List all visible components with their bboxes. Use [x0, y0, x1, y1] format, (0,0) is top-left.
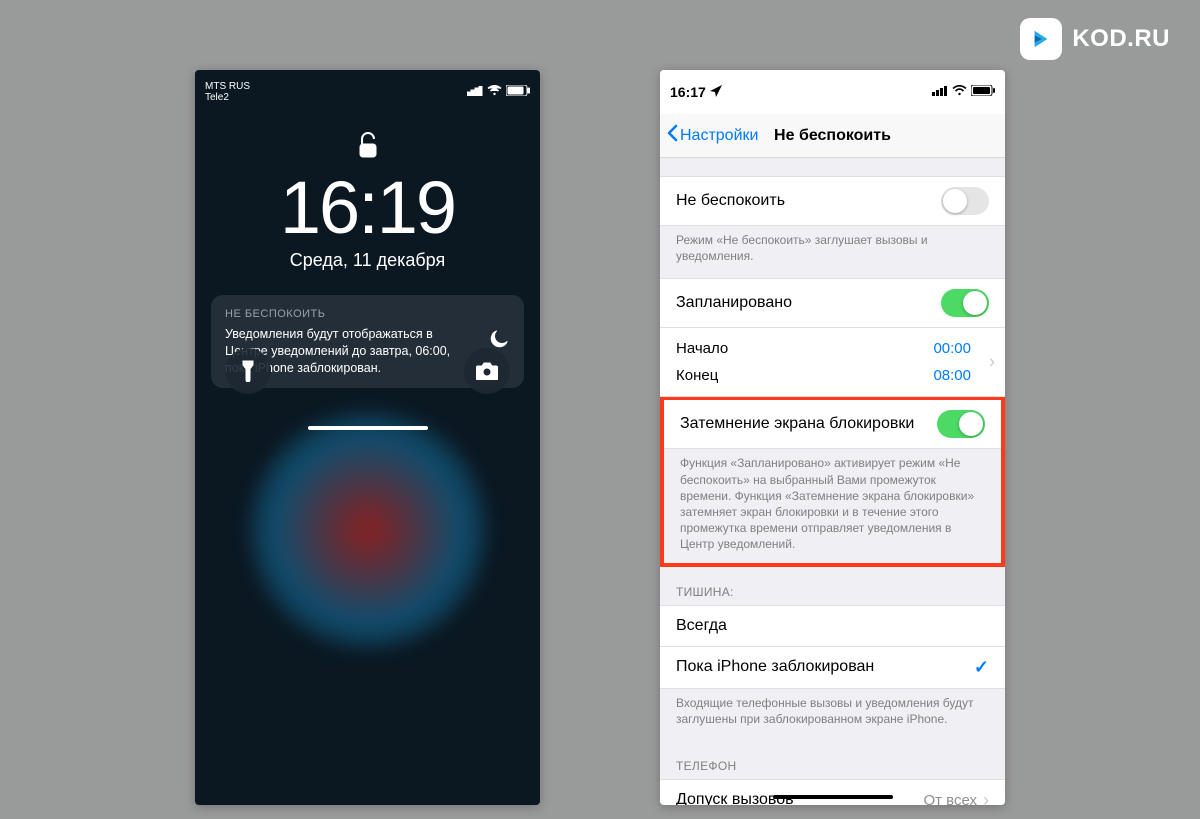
nav-back-button[interactable]: Настройки — [660, 124, 758, 147]
highlighted-section: Затемнение экрана блокировки Функция «За… — [660, 396, 1005, 566]
lock-time: 16:19 — [195, 165, 540, 250]
dnd-card-title: НЕ БЕСПОКОИТЬ — [225, 307, 476, 322]
chevron-left-icon — [666, 124, 678, 147]
switch-do-not-disturb[interactable] — [941, 187, 989, 215]
phone-settings: 16:17 Настройки Не беспокоить Не беспоко… — [660, 70, 1005, 805]
status-time: 16:17 — [670, 84, 706, 100]
row-do-not-disturb[interactable]: Не беспокоить — [660, 176, 1005, 226]
row-scheduled[interactable]: Запланировано — [660, 278, 1005, 328]
camera-button[interactable] — [464, 348, 510, 394]
nav-title: Не беспокоить — [774, 127, 891, 145]
chevron-right-icon: › — [989, 352, 995, 373]
switch-dim-lockscreen[interactable] — [937, 410, 985, 438]
battery-icon — [971, 85, 995, 99]
watermark: KOD.RU — [1020, 18, 1170, 60]
lock-open-icon — [195, 132, 540, 163]
row-label: Всегда — [676, 617, 727, 635]
section-header-phone: ТЕЛЕФОН — [660, 741, 1005, 779]
footnote-dim: Функция «Запланировано» активирует режим… — [664, 449, 1001, 562]
nav-bar: Настройки Не беспокоить — [660, 114, 1005, 158]
row-silence-always[interactable]: Всегда — [660, 605, 1005, 647]
row-value: От всех — [923, 792, 977, 805]
kod-logo-icon — [1020, 18, 1062, 60]
nav-back-label: Настройки — [680, 127, 758, 145]
end-value: 08:00 — [933, 367, 971, 384]
location-icon — [710, 84, 722, 100]
start-value: 00:00 — [933, 340, 971, 357]
row-schedule-times[interactable]: Начало 00:00 Конец 08:00 › — [660, 328, 1005, 397]
row-label: Не беспокоить — [676, 192, 785, 210]
row-label: Пока iPhone заблокирован — [676, 658, 874, 676]
status-right — [467, 85, 530, 99]
signal-icon — [932, 86, 948, 99]
switch-scheduled[interactable] — [941, 289, 989, 317]
footnote-dnd: Режим «Не беспокоить» заглушает вызовы и… — [660, 226, 1005, 278]
wifi-icon — [487, 85, 502, 99]
checkmark-icon: ✓ — [974, 657, 989, 678]
start-label: Начало — [676, 340, 728, 357]
row-dim-lockscreen[interactable]: Затемнение экрана блокировки — [664, 400, 1001, 449]
chevron-right-icon: › — [983, 790, 989, 805]
status-bar: 16:17 — [660, 70, 1005, 114]
status-bar: MTS RUS Tele2 — [195, 70, 540, 114]
watermark-text: KOD.RU — [1072, 25, 1170, 53]
carrier-primary: MTS RUS — [205, 81, 250, 92]
phone-lockscreen: MTS RUS Tele2 16:19 Среда, 11 декабря НЕ… — [195, 70, 540, 805]
carrier-labels: MTS RUS Tele2 — [205, 81, 250, 103]
end-label: Конец — [676, 367, 718, 384]
home-indicator[interactable] — [773, 795, 893, 799]
row-label: Запланировано — [676, 294, 792, 312]
row-label: Затемнение экрана блокировки — [680, 415, 914, 433]
status-right — [932, 85, 995, 99]
carrier-secondary: Tele2 — [205, 92, 250, 103]
wifi-icon — [952, 85, 967, 99]
row-silence-while-locked[interactable]: Пока iPhone заблокирован ✓ — [660, 647, 1005, 689]
flashlight-button[interactable] — [225, 348, 271, 394]
lock-date: Среда, 11 декабря — [195, 250, 540, 271]
battery-icon — [506, 85, 530, 99]
signal-icon — [467, 86, 483, 99]
wallpaper — [248, 410, 488, 650]
settings-list[interactable]: Не беспокоить Режим «Не беспокоить» загл… — [660, 158, 1005, 805]
row-allow-calls-from[interactable]: Допуск вызовов От всех › — [660, 779, 1005, 805]
home-indicator[interactable] — [308, 426, 428, 430]
footnote-silence: Входящие телефонные вызовы и уведомления… — [660, 689, 1005, 741]
section-header-silence: ТИШИНА: — [660, 567, 1005, 605]
